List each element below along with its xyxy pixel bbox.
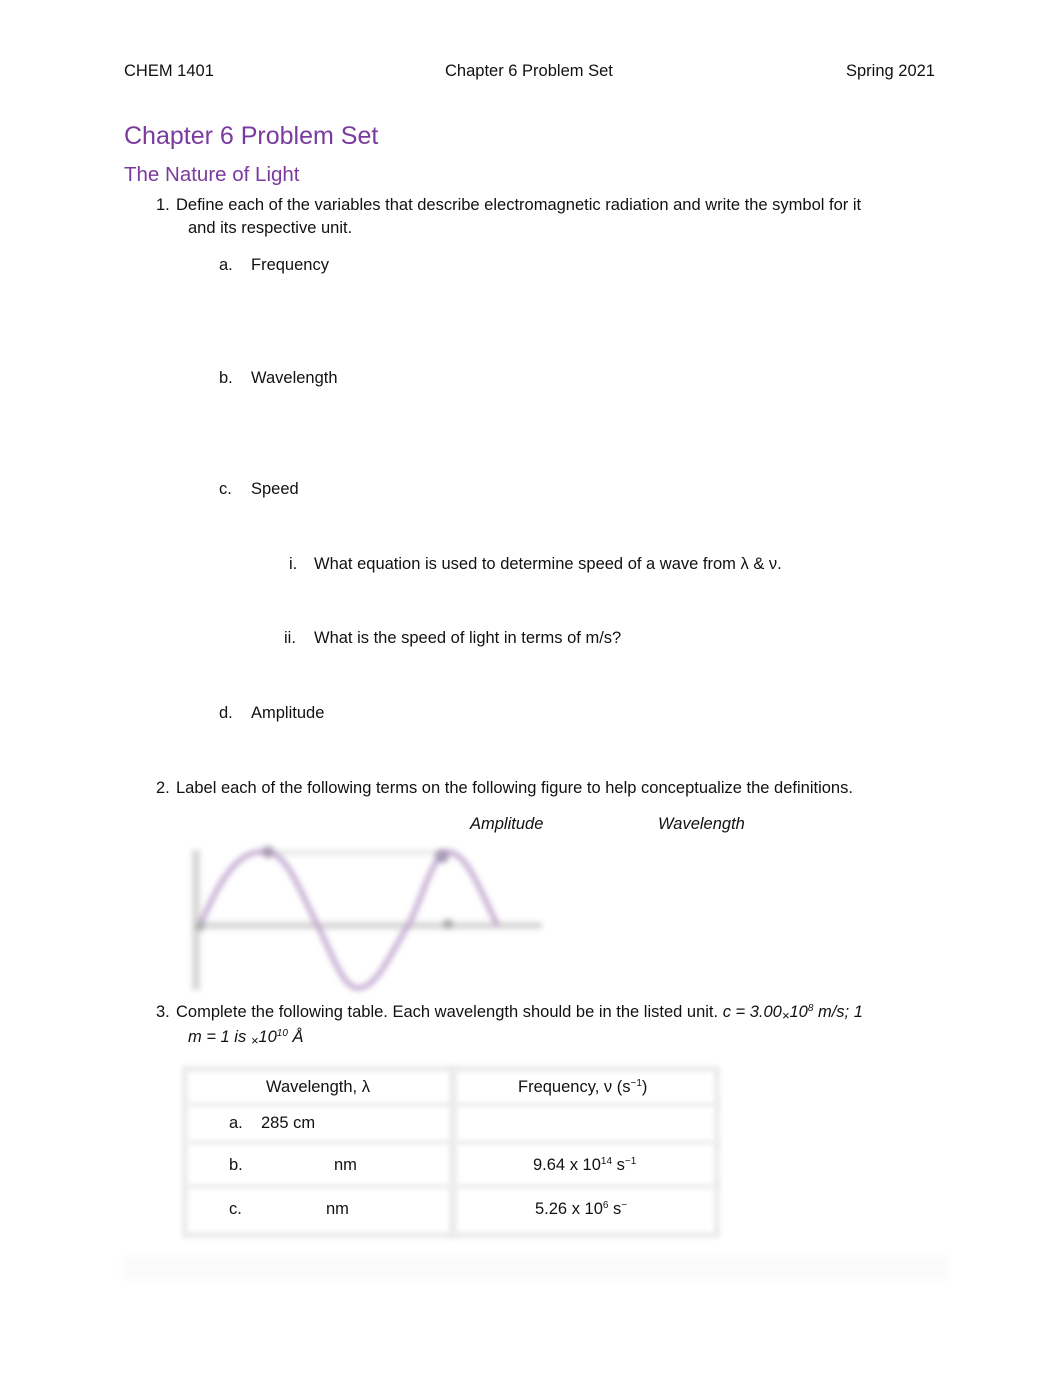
freq-exponent: 14 (600, 1156, 613, 1167)
q1-item-speed: Speed (251, 480, 299, 498)
q3-c-base: 10 (789, 1003, 808, 1021)
row-frequency: 9.64 x 1014 s−1 (533, 1156, 636, 1175)
table-column-divider (449, 1066, 457, 1238)
q1-item-c-marker: c. (219, 480, 232, 498)
q1-item-wavelength: Wavelength (251, 369, 338, 387)
q3-c-exp: 8 (807, 1003, 814, 1014)
freq-unit-exponent: − (621, 1200, 628, 1211)
freq-mantissa: 9.64 x 10 (533, 1156, 601, 1174)
times-symbol: × (250, 1033, 259, 1048)
q1-item-frequency: Frequency (251, 256, 329, 274)
header-frequency-close: ) (641, 1078, 648, 1096)
q3-line2-exp: 10 (276, 1028, 288, 1039)
row-wavelength-unit: nm (334, 1156, 357, 1174)
sine-wave-figure-icon (192, 846, 542, 991)
freq-mantissa: 5.26 x 10 (535, 1200, 603, 1218)
row-marker: c. (229, 1200, 242, 1218)
freq-unit-exponent: −1 (624, 1156, 637, 1167)
header-doc-title: Chapter 6 Problem Set (445, 62, 613, 80)
q1-item-amplitude: Amplitude (251, 704, 325, 722)
q1-item-b-marker: b. (219, 369, 233, 387)
figure-node-marker (443, 919, 453, 929)
q1-subitem-speed-of-light: What is the speed of light in terms of m… (314, 629, 622, 647)
table-header-wavelength: Wavelength, λ (266, 1078, 370, 1096)
page-footer-band (122, 1256, 948, 1280)
row-frequency: 5.26 x 106 s− (535, 1200, 627, 1219)
q1-item-d-marker: d. (219, 704, 233, 722)
row-wavelength-unit: nm (326, 1200, 349, 1218)
figure-y-axis (192, 850, 200, 990)
q3-line2-unit: Å (292, 1028, 304, 1046)
table-header-frequency: Frequency, ν (s−1) (518, 1078, 647, 1097)
freq-unit: s (612, 1156, 625, 1174)
q1-number: 1. (156, 196, 170, 214)
row-marker: a. (229, 1114, 243, 1132)
row-wavelength-blank[interactable] (260, 1154, 330, 1178)
q1-subitem-equation: What equation is used to determine speed… (314, 555, 782, 573)
q1-text-line2: and its respective unit. (188, 219, 353, 237)
term-amplitude: Amplitude (470, 815, 544, 833)
q3-line2-base: 10 (258, 1028, 277, 1046)
figure-origin-marker (195, 921, 205, 931)
q3-text: Complete the following table. Each wavel… (176, 1003, 719, 1021)
row-wavelength[interactable]: 285 cm (261, 1114, 315, 1133)
term-wavelength: Wavelength (658, 815, 745, 833)
freq-unit: s (608, 1200, 622, 1218)
figure-sine-wave (197, 849, 501, 991)
header-frequency-exp: −1 (630, 1078, 642, 1089)
times-symbol: × (781, 1008, 790, 1023)
q2-text: Label each of the following terms on the… (176, 779, 853, 797)
row-marker: b. (229, 1156, 243, 1174)
q2-number: 2. (156, 779, 170, 797)
q3-line2: m = 1 is ×1010 Å (188, 1028, 304, 1048)
figure-x-axis (192, 922, 542, 929)
q1-text-line1: Define each of the variables that descri… (176, 196, 862, 214)
figure-crest-marker-1 (262, 846, 274, 858)
q3-line1: Complete the following table. Each wavel… (176, 1003, 863, 1023)
section-heading: The Nature of Light (124, 163, 300, 186)
figure-crest-marker-2 (435, 849, 449, 863)
page-title: Chapter 6 Problem Set (124, 122, 379, 150)
header-course: CHEM 1401 (124, 62, 214, 80)
row-wavelength-blank[interactable] (255, 1198, 321, 1222)
q3-line2-pre: m = 1 is (188, 1028, 247, 1046)
q3-number: 3. (156, 1003, 170, 1021)
figure-crest-line (268, 850, 448, 855)
q1-item-a-marker: a. (219, 256, 233, 274)
q3-c-post: m/s; 1 (817, 1003, 863, 1021)
q1-subitem-ii-marker: ii. (284, 629, 296, 647)
header-term: Spring 2021 (846, 62, 935, 80)
q1-subitem-i-marker: i. (289, 555, 298, 573)
q3-c-pre: c = 3.00 (722, 1003, 782, 1021)
header-frequency-text: Frequency, ν (s (518, 1078, 631, 1096)
row-frequency-blank[interactable] (470, 1112, 705, 1136)
